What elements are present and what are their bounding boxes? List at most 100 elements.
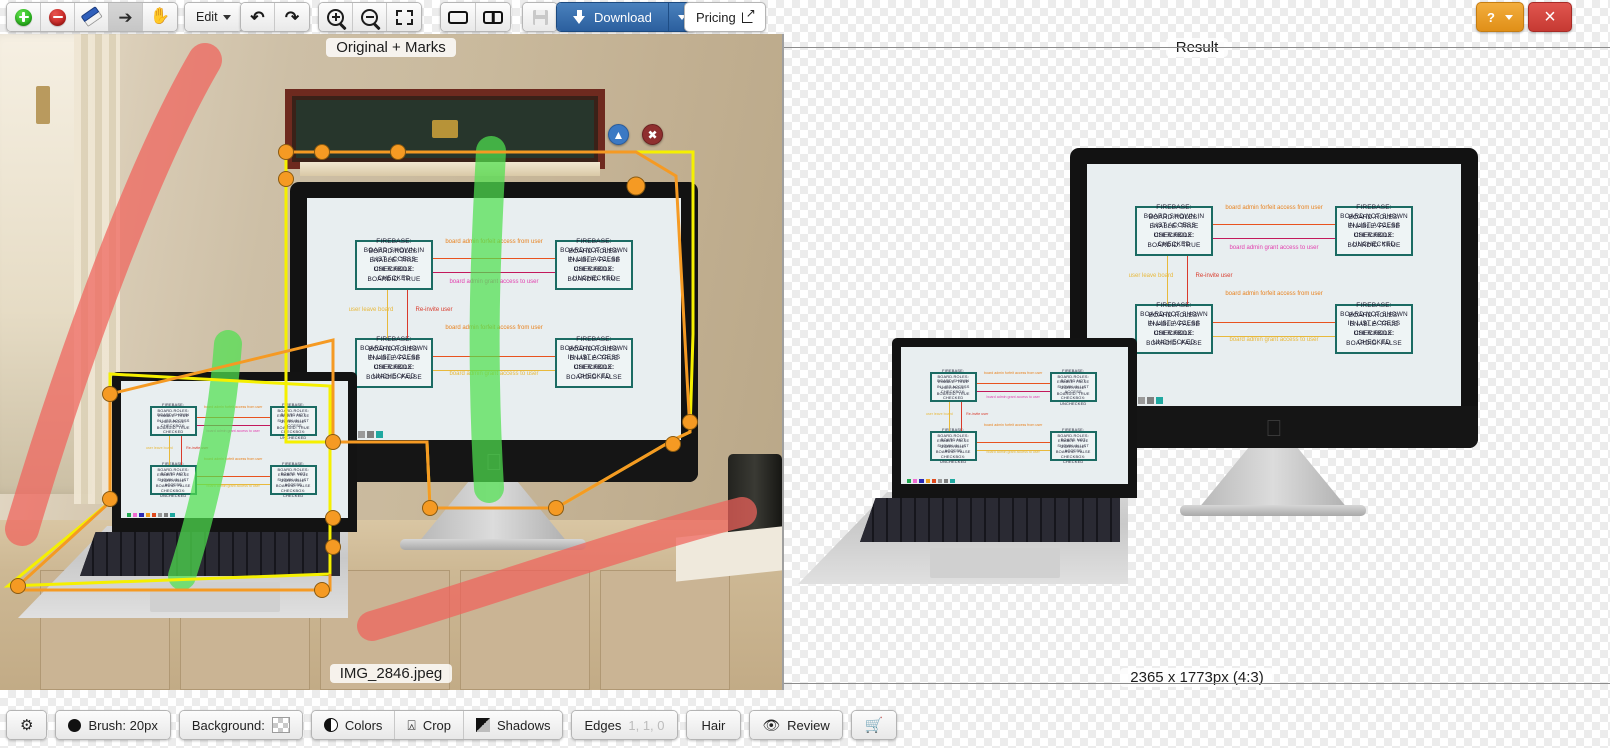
help-label: ?: [1487, 10, 1495, 25]
diagram-box: BOARD NOT SHOWN IN LIST ACCESS CHECKBOX:…: [555, 240, 633, 290]
bottom-toolbar: ⚙ Brush: 20px Background: Colors ⍓ Crop: [0, 690, 1610, 748]
mark-tools-group: ➔ ✋: [6, 2, 178, 32]
diagram-label: Re-invite user: [960, 412, 995, 417]
color-swatch[interactable]: [1138, 397, 1145, 404]
transparency-swatch-icon[interactable]: [272, 717, 290, 733]
green-plus-circle-icon: [15, 9, 32, 26]
hair-button[interactable]: Hair: [687, 711, 741, 739]
download-button[interactable]: Download: [557, 3, 668, 31]
pricing-button[interactable]: Pricing: [684, 2, 766, 32]
original-marks-pane[interactable]: BOARD SHOWN IN LIST ACCESS CHECKBOX: CHE…: [0, 34, 782, 690]
save-button[interactable]: [523, 3, 557, 31]
diagram-box: BOARD NOT SHOWN IN LIST ACCESS CHECKBOX:…: [270, 406, 317, 436]
diagram-label: board admin forfeit access from user: [439, 238, 549, 246]
diagram-label: board admin forfeit access from user: [200, 457, 266, 462]
diagram-arrow: [197, 476, 270, 477]
color-swatch[interactable]: [1147, 397, 1154, 404]
color-swatch[interactable]: [913, 479, 917, 483]
add-mark-tool[interactable]: [7, 3, 41, 31]
undo-button[interactable]: ↶: [241, 3, 275, 31]
color-swatch[interactable]: [358, 431, 365, 438]
download-label: Download: [594, 10, 652, 25]
eraser-icon: [80, 6, 103, 28]
diagram-box-detail: FIREBASE: BOARD.ROLES: ENABLE: FALSE USE…: [360, 335, 428, 382]
crop-icon: ⍓: [407, 717, 415, 734]
pan-tool[interactable]: ✋: [143, 3, 177, 31]
diagram-label: board admin grant access to user: [200, 429, 266, 434]
crop-button[interactable]: ⍓ Crop: [395, 711, 464, 739]
color-swatch[interactable]: [919, 479, 923, 483]
help-button[interactable]: ?: [1476, 2, 1524, 32]
delete-point-button[interactable]: ✖: [642, 124, 663, 145]
imac-screen: BOARD SHOWN IN LIST ACCESS CHECKBOX: CHE…: [307, 198, 681, 440]
diagram-box: BOARD SHOWN IN LIST ACCESS CHECKBOX: CHE…: [355, 240, 433, 290]
edit-menu-group: Edit: [184, 2, 243, 32]
color-swatch[interactable]: [139, 513, 143, 517]
color-swatch[interactable]: [127, 513, 131, 517]
split-view-icon: [483, 11, 503, 24]
redo-icon: ↷: [285, 9, 299, 26]
view-single-button[interactable]: [441, 3, 476, 31]
color-swatch[interactable]: [926, 479, 930, 483]
zoom-out-button[interactable]: [353, 3, 387, 31]
diagram-box-detail: FIREBASE: BOARD.ROLES: ENABLE: FALSE USE…: [1140, 301, 1208, 348]
diagram-label: board admin grant access to user: [200, 484, 266, 489]
diagram-label: board admin grant access to user: [1219, 336, 1329, 344]
settings-button[interactable]: ⚙: [7, 711, 46, 739]
eraser-tool[interactable]: [75, 3, 109, 31]
diagram-box: BOARD SHOWN IN LIST ACCESS CHECKBOX: CHE…: [930, 372, 977, 402]
view-split-button[interactable]: [476, 3, 510, 31]
color-swatch[interactable]: [950, 479, 954, 483]
result-pane[interactable]: BOARD SHOWN IN LIST ACCESS CHECKBOX: CHE…: [784, 34, 1610, 690]
photo-frame-edge: [36, 86, 50, 124]
remove-mark-tool[interactable]: [41, 3, 75, 31]
diagram-arrow: [433, 258, 555, 259]
color-swatch[interactable]: [133, 513, 137, 517]
zoom-out-icon: [361, 9, 378, 26]
left-pane-title: Original + Marks: [326, 38, 456, 57]
chevron-down-icon: [223, 15, 231, 20]
pointer-tool[interactable]: ➔: [109, 3, 143, 31]
fit-to-screen-button[interactable]: [387, 3, 421, 31]
review-button[interactable]: 👁 Review: [750, 711, 841, 739]
result-macbook: BOARD SHOWN IN LIST ACCESS CHECKBOX: CHE…: [892, 338, 1137, 498]
filename-label: IMG_2846.jpeg: [330, 664, 453, 683]
color-swatch[interactable]: [152, 513, 156, 517]
diagram-label: board admin forfeit access from user: [1219, 290, 1329, 298]
zoom-in-button[interactable]: [319, 3, 353, 31]
color-swatch[interactable]: [907, 479, 911, 483]
color-swatch[interactable]: [158, 513, 162, 517]
background-button[interactable]: Background:: [180, 711, 302, 739]
color-swatch[interactable]: [932, 479, 936, 483]
color-swatch[interactable]: [164, 513, 168, 517]
color-swatch[interactable]: [170, 513, 174, 517]
pane-divider[interactable]: [782, 0, 784, 748]
brush-size-button[interactable]: Brush: 20px: [56, 711, 169, 739]
color-swatch[interactable]: [944, 479, 948, 483]
shadows-button[interactable]: Shadows: [464, 711, 562, 739]
source-photo: BOARD SHOWN IN LIST ACCESS CHECKBOX: CHE…: [0, 34, 782, 690]
color-swatch[interactable]: [938, 479, 942, 483]
diagram-box: BOARD NOT SHOWN IN LIST ACCESS CHECKBOX:…: [1135, 304, 1213, 354]
diagram-arrow: [197, 425, 270, 426]
color-swatch[interactable]: [1156, 397, 1163, 404]
eye-icon: 👁: [762, 717, 780, 734]
brush-size-label: Brush: 20px: [88, 718, 157, 733]
diagram-label: Re-invite user: [1185, 272, 1243, 280]
color-swatch[interactable]: [146, 513, 150, 517]
filename-row: IMG_2846.jpeg: [0, 660, 782, 686]
cart-button[interactable]: 🛒: [852, 711, 897, 739]
color-swatch[interactable]: [376, 431, 383, 438]
close-button[interactable]: ×: [1528, 2, 1572, 32]
edges-button[interactable]: Edges 1, 1, 0: [572, 711, 676, 739]
colors-button[interactable]: Colors: [312, 711, 396, 739]
edit-menu-button[interactable]: Edit: [185, 3, 242, 31]
diagram-arrow: [977, 383, 1050, 384]
diagram-box-detail: FIREBASE: BOARD.ROLES: ENABLE: TRUE USER…: [1340, 301, 1408, 348]
color-swatch[interactable]: [367, 431, 374, 438]
result-imac-stand: [1198, 447, 1348, 509]
redo-button[interactable]: ↷: [275, 3, 309, 31]
diagram-box: BOARD SHOWN IN LIST ACCESS CHECKBOX: CHE…: [1135, 206, 1213, 256]
edges-value: 1, 1, 0: [628, 718, 664, 733]
move-point-up-button[interactable]: ▲: [608, 124, 629, 145]
